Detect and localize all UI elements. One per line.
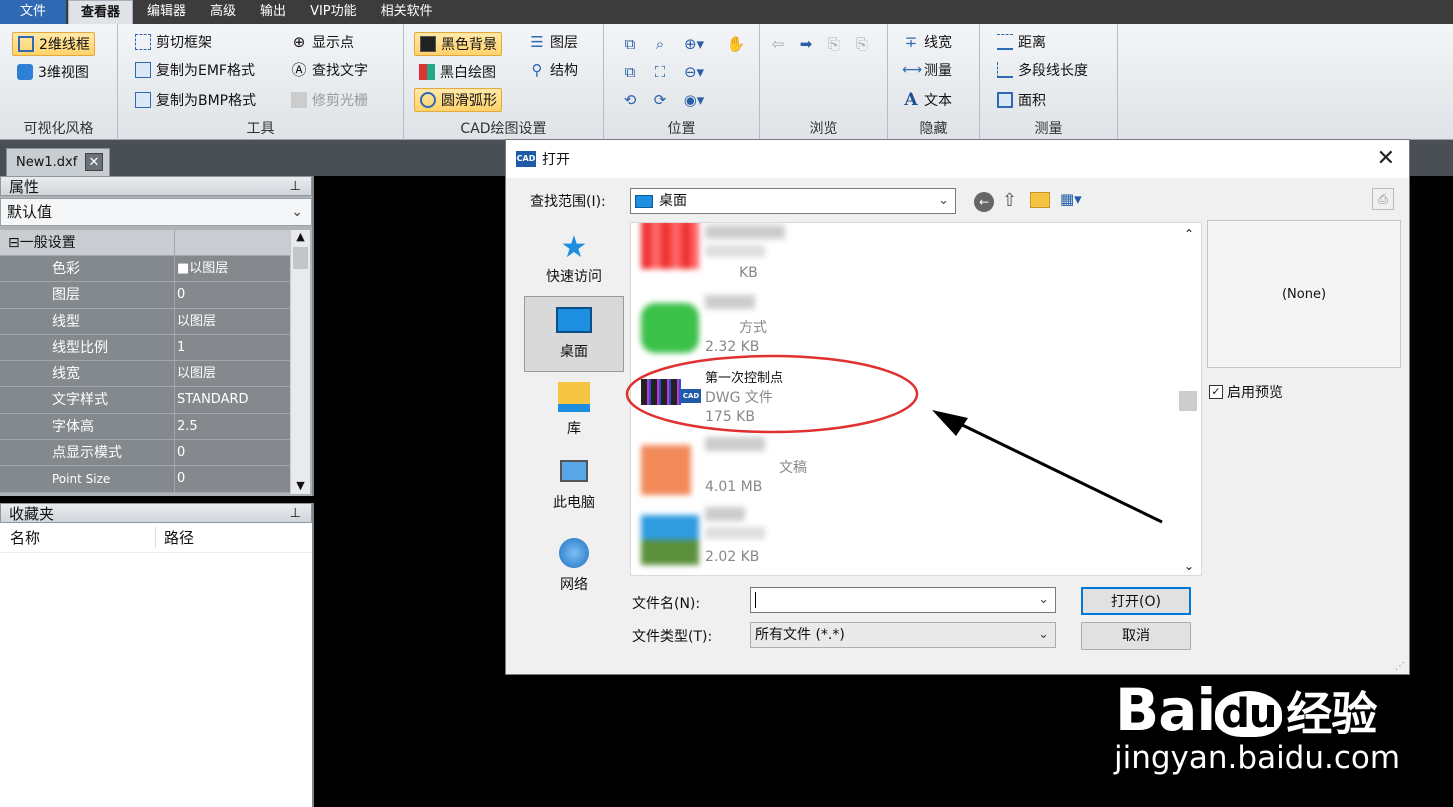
baidu-watermark-logo: Bai du 经验 <box>1115 676 1377 744</box>
watermark-suffix: 经验 <box>1286 687 1377 741</box>
watermark-paw: du <box>1215 690 1283 737</box>
watermark-url: jingyan.baidu.com <box>1114 740 1401 776</box>
watermark-brand: Bai <box>1115 676 1216 744</box>
pointer-arrow-head <box>932 410 968 436</box>
highlight-ellipse <box>625 354 919 434</box>
pointer-arrow-line <box>951 418 1163 524</box>
